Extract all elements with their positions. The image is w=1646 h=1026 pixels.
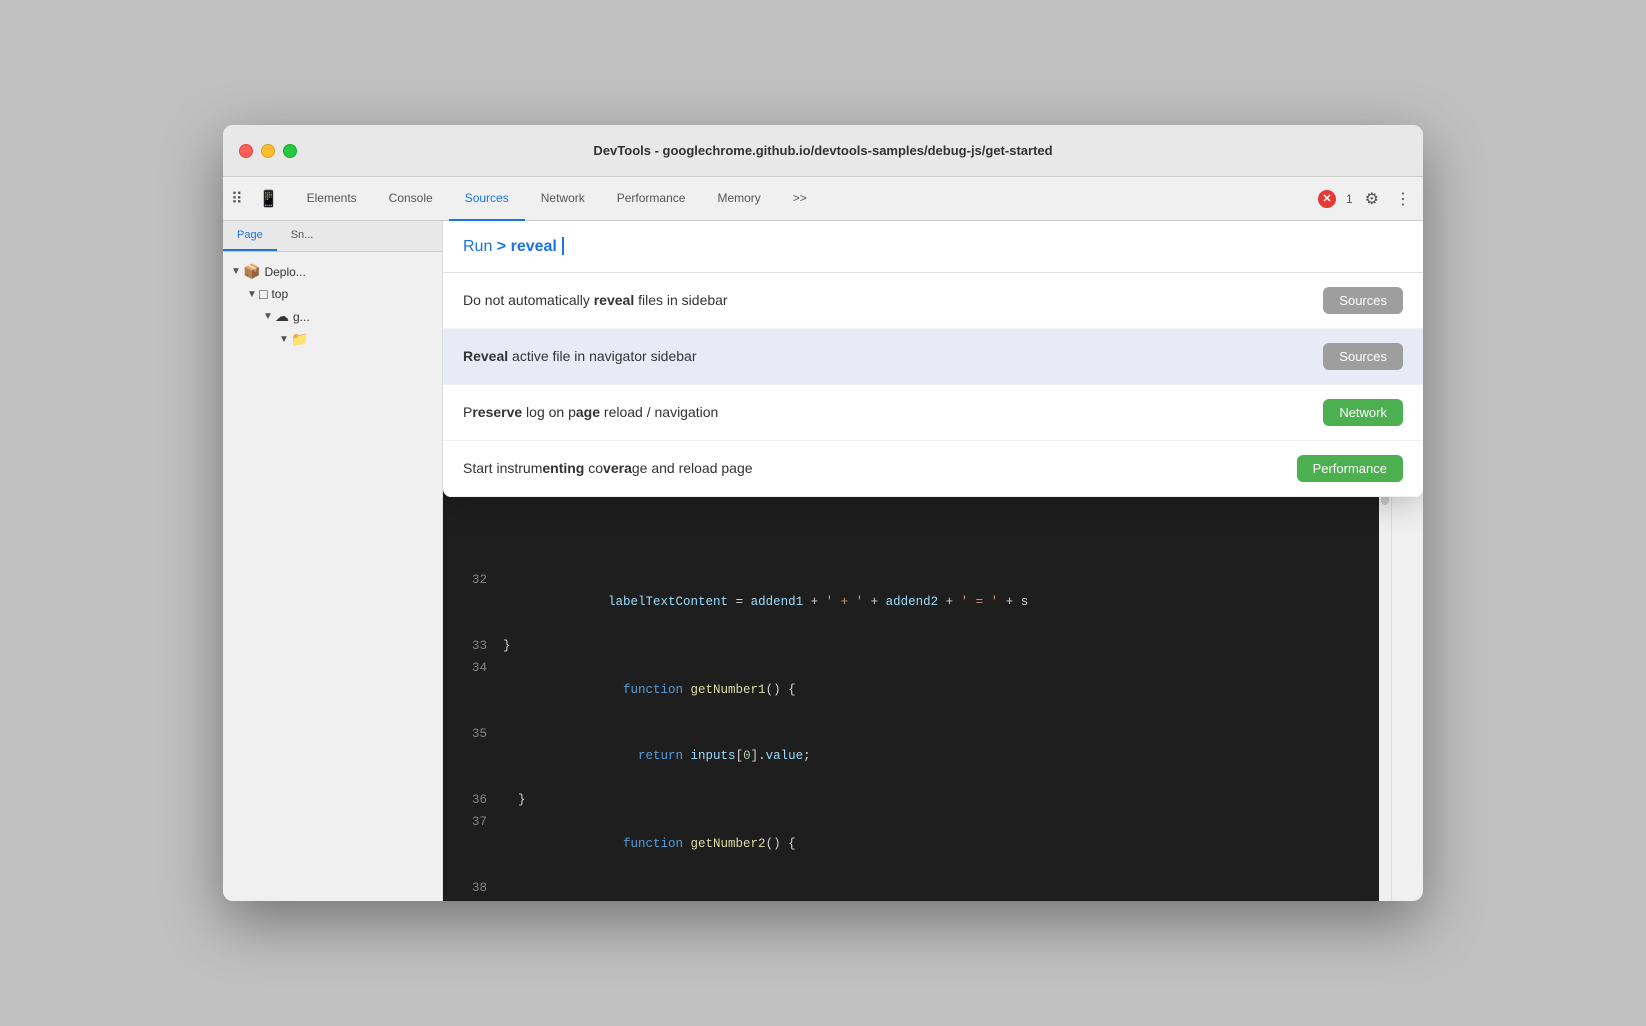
line-number-35: 35 — [451, 723, 487, 789]
badge-sources-1[interactable]: Sources — [1323, 287, 1403, 314]
sidebar-tab-page[interactable]: Page — [223, 221, 277, 251]
settings-icon[interactable]: ⚙ — [1361, 185, 1383, 213]
code-line-36: 36 } — [443, 789, 1423, 811]
command-item-text-reveal-active: Reveal active file in navigator sidebar — [463, 347, 1323, 367]
run-prefix: Run — [463, 238, 497, 255]
window-title: DevTools - googlechrome.github.io/devtoo… — [593, 143, 1052, 158]
devtools-icons: ⠿ 📱 — [231, 189, 279, 209]
highlight-enting: enting — [542, 460, 584, 476]
line-number-36: 36 — [451, 789, 487, 811]
command-item-coverage[interactable]: Start instrumenting coverage and reload … — [443, 441, 1423, 497]
command-input-row: Run > reveal — [443, 221, 1423, 273]
tree-arrow-folder: ▼ — [279, 334, 291, 345]
highlight-age: age — [576, 404, 600, 420]
more-options-icon[interactable]: ⋮ — [1391, 185, 1415, 213]
error-badge: ✕ — [1318, 190, 1336, 208]
command-item-text-no-reveal: Do not automatically reveal files in sid… — [463, 291, 1323, 311]
command-item-reveal-active[interactable]: Reveal active file in navigator sidebar … — [443, 329, 1423, 385]
badge-network[interactable]: Network — [1323, 399, 1403, 426]
sidebar-tab-snippets[interactable]: Sn... — [277, 221, 328, 251]
devtools-window: DevTools - googlechrome.github.io/devtoo… — [223, 125, 1423, 901]
code-content-33: } — [503, 635, 511, 657]
highlight-reserve: reserve — [472, 404, 522, 420]
code-line-38: 38 return inputs[1].value; — [443, 877, 1423, 901]
tree-item-g[interactable]: ▼ ☁ g... — [227, 305, 438, 328]
code-content-36: } — [503, 789, 526, 811]
tree-item-top[interactable]: ▼ □ top — [227, 283, 438, 305]
maximize-button[interactable] — [283, 144, 297, 158]
command-query[interactable]: reveal — [511, 238, 557, 255]
error-count: 1 — [1346, 192, 1353, 206]
code-line-37: 37 function getNumber2() { — [443, 811, 1423, 877]
tree-label-deploy: Deplo... — [264, 265, 305, 279]
command-prefix-symbol: > — [497, 238, 506, 255]
inspect-icon[interactable]: ⠿ — [231, 189, 243, 209]
tree-item-deploy[interactable]: ▼ 📦 Deplo... — [227, 260, 438, 283]
command-item-preserve-log[interactable]: Preserve log on page reload / navigation… — [443, 385, 1423, 441]
command-item-no-reveal[interactable]: Do not automatically reveal files in sid… — [443, 273, 1423, 329]
tree-label-g: g... — [293, 310, 310, 324]
highlight-reveal-1: reveal — [594, 292, 634, 308]
tree-label-top: top — [271, 287, 288, 301]
line-number-37: 37 — [451, 811, 487, 877]
code-line-32: 32 labelTextContent = addend1 + ' + ' + … — [443, 569, 1423, 635]
tree-arrow-g: ▼ — [263, 311, 275, 322]
tree-arrow-top: ▼ — [247, 289, 259, 300]
sidebar: Page Sn... ▼ 📦 Deplo... ▼ □ top — [223, 221, 443, 901]
minimize-button[interactable] — [261, 144, 275, 158]
tab-bar: ⠿ 📱 Elements Console Sources Network Per… — [223, 177, 1423, 221]
tab-network[interactable]: Network — [525, 177, 601, 221]
command-input-label: Run > reveal — [463, 238, 564, 255]
badge-performance[interactable]: Performance — [1297, 455, 1403, 482]
code-content-35: return inputs[0].value; — [503, 723, 811, 789]
highlight-reveal-2: Reveal — [463, 348, 508, 364]
tab-memory[interactable]: Memory — [701, 177, 776, 221]
code-content-32: labelTextContent = addend1 + ' + ' + add… — [503, 569, 1028, 635]
tab-bar-right: ✕ 1 ⚙ ⋮ — [1318, 185, 1415, 213]
sidebar-tree: ▼ 📦 Deplo... ▼ □ top ▼ ☁ g... — [223, 252, 442, 359]
traffic-lights — [239, 144, 297, 158]
command-item-text-preserve-log: Preserve log on page reload / navigation — [463, 403, 1323, 423]
code-content-37: function getNumber2() { — [503, 811, 796, 877]
code-content-38: return inputs[1].value; — [503, 877, 811, 901]
tab-more[interactable]: >> — [777, 177, 823, 221]
text-cursor — [562, 237, 564, 255]
tree-icon-folder: 📁 — [291, 331, 308, 348]
code-line-33: 33 } — [443, 635, 1423, 657]
line-number-33: 33 — [451, 635, 487, 657]
line-number-34: 34 — [451, 657, 487, 723]
sidebar-tabs: Page Sn... — [223, 221, 442, 252]
code-line-35: 35 return inputs[0].value; — [443, 723, 1423, 789]
badge-sources-2[interactable]: Sources — [1323, 343, 1403, 370]
title-bar: DevTools - googlechrome.github.io/devtoo… — [223, 125, 1423, 177]
main-content: Page Sn... ▼ 📦 Deplo... ▼ □ top — [223, 221, 1423, 901]
line-number-32: 32 — [451, 569, 487, 635]
close-button[interactable] — [239, 144, 253, 158]
line-number-38: 38 — [451, 877, 487, 901]
tree-item-folder[interactable]: ▼ 📁 — [227, 328, 438, 351]
device-icon[interactable]: 📱 — [259, 189, 279, 209]
tree-icon-deploy: 📦 — [243, 263, 260, 280]
code-block: 32 labelTextContent = addend1 + ' + ' + … — [443, 561, 1423, 901]
tree-icon-g: ☁ — [275, 308, 289, 325]
tab-performance[interactable]: Performance — [601, 177, 702, 221]
tab-elements[interactable]: Elements — [291, 177, 373, 221]
command-item-text-coverage: Start instrumenting coverage and reload … — [463, 459, 1297, 479]
tree-arrow-deploy: ▼ — [231, 266, 243, 277]
code-line-34: 34 function getNumber1() { — [443, 657, 1423, 723]
tree-icon-top: □ — [259, 286, 267, 302]
highlight-vera: vera — [603, 460, 632, 476]
command-palette: Run > reveal Do not automatically reveal… — [443, 221, 1423, 497]
editor-container: Run > reveal Do not automatically reveal… — [443, 221, 1423, 901]
tab-console[interactable]: Console — [373, 177, 449, 221]
tab-sources[interactable]: Sources — [449, 177, 525, 221]
code-content-34: function getNumber1() { — [503, 657, 796, 723]
